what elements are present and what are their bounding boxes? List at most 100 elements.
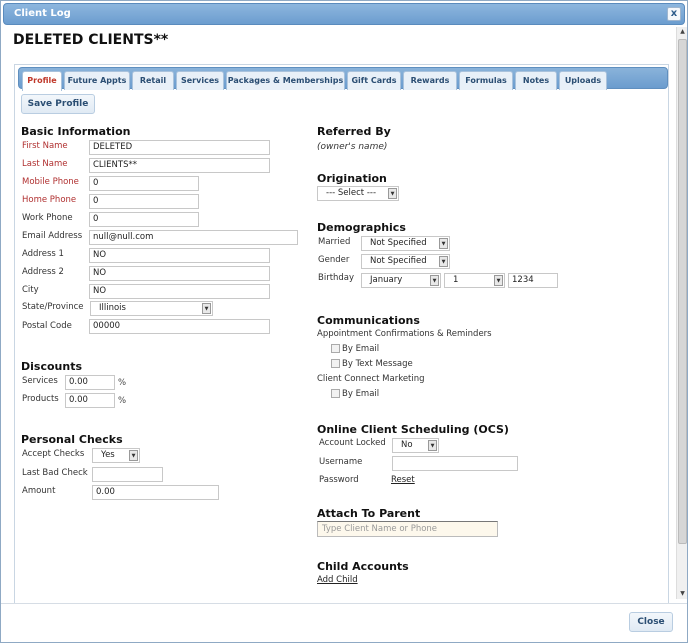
demographics-heading: Demographics xyxy=(317,221,406,234)
birthday-month-value: January xyxy=(370,275,403,285)
last-bad-check-label: Last Bad Check xyxy=(22,468,88,478)
scrollbar[interactable]: ▲ ▼ xyxy=(676,27,687,599)
first-name-input[interactable]: DELETED xyxy=(89,140,270,155)
tab-notes[interactable]: Notes xyxy=(515,71,557,90)
title-bar[interactable]: Client Log x xyxy=(3,3,685,25)
appt-text-checkbox[interactable] xyxy=(331,359,340,368)
address1-input[interactable]: NO xyxy=(89,248,270,263)
chevron-down-icon[interactable]: ▼ xyxy=(439,238,448,249)
basic-info-heading: Basic Information xyxy=(21,125,131,138)
tab-rewards[interactable]: Rewards xyxy=(403,71,457,90)
username-label: Username xyxy=(319,457,363,467)
home-phone-input[interactable]: 0 xyxy=(89,194,199,209)
home-phone-label: Home Phone xyxy=(22,195,77,205)
mobile-phone-label: Mobile Phone xyxy=(22,177,79,187)
origination-heading: Origination xyxy=(317,172,387,185)
birthday-year-input[interactable]: 1234 xyxy=(508,273,558,288)
chevron-down-icon[interactable]: ▼ xyxy=(202,303,211,314)
birthday-day-select[interactable]: 1 ▼ xyxy=(444,273,505,288)
origination-select[interactable]: --- Select --- ▼ xyxy=(317,186,399,201)
close-icon[interactable]: x xyxy=(667,7,681,21)
appt-text-label: By Text Message xyxy=(342,359,413,369)
password-label: Password xyxy=(319,475,359,485)
city-label: City xyxy=(22,285,39,295)
email-input[interactable]: null@null.com xyxy=(89,230,298,245)
appt-confirmations-label: Appointment Confirmations & Reminders xyxy=(317,329,492,339)
amount-label: Amount xyxy=(22,486,56,496)
chevron-down-icon[interactable]: ▼ xyxy=(430,275,439,286)
accept-checks-value: Yes xyxy=(101,450,115,460)
products-discount-input[interactable]: 0.00 xyxy=(65,393,115,408)
state-label: State/Province xyxy=(22,302,84,312)
tab-formulas[interactable]: Formulas xyxy=(459,71,513,90)
tab-services[interactable]: Services xyxy=(176,71,224,90)
tab-packages-memberships[interactable]: Packages & Memberships xyxy=(226,71,345,90)
tab-strip: Profile Future Appts Retail Services Pac… xyxy=(18,67,668,91)
appt-email-checkbox[interactable] xyxy=(331,344,340,353)
chevron-down-icon[interactable]: ▼ xyxy=(428,440,437,451)
city-input[interactable]: NO xyxy=(89,284,270,299)
address2-input[interactable]: NO xyxy=(89,266,270,281)
appt-email-label: By Email xyxy=(342,344,380,354)
username-input[interactable] xyxy=(392,456,518,471)
client-log-dialog: Client Log x DELETED CLIENTS** ▲ ▼ Profi… xyxy=(0,0,688,643)
chevron-down-icon[interactable]: ▼ xyxy=(129,450,138,461)
work-phone-input[interactable]: 0 xyxy=(89,212,199,227)
last-name-input[interactable]: CLIENTS** xyxy=(89,158,270,173)
save-profile-button[interactable]: Save Profile xyxy=(21,94,95,114)
postal-input[interactable]: 00000 xyxy=(89,319,270,334)
reset-password-link[interactable]: Reset xyxy=(391,475,415,485)
state-value: Illinois xyxy=(99,303,126,313)
work-phone-label: Work Phone xyxy=(22,213,73,223)
services-discount-input[interactable]: 0.00 xyxy=(65,375,115,390)
services-percent: % xyxy=(118,378,127,388)
tab-uploads[interactable]: Uploads xyxy=(559,71,607,90)
marketing-email-checkbox[interactable] xyxy=(331,389,340,398)
add-child-link[interactable]: Add Child xyxy=(317,575,358,585)
first-name-label: First Name xyxy=(22,141,68,151)
window-title: Client Log xyxy=(14,8,71,19)
account-locked-value: No xyxy=(401,440,413,450)
client-name-heading: DELETED CLIENTS** xyxy=(13,32,169,48)
accept-checks-select[interactable]: Yes ▼ xyxy=(92,448,140,463)
parent-search-input[interactable]: Type Client Name or Phone xyxy=(317,521,498,537)
services-discount-label: Services xyxy=(22,376,58,386)
scroll-thumb[interactable] xyxy=(678,39,687,544)
close-button[interactable]: Close xyxy=(629,612,673,632)
accept-checks-label: Accept Checks xyxy=(22,449,85,459)
personal-checks-heading: Personal Checks xyxy=(21,433,123,446)
state-select[interactable]: Illinois ▼ xyxy=(90,301,213,316)
amount-input[interactable]: 0.00 xyxy=(92,485,219,500)
chevron-down-icon[interactable]: ▼ xyxy=(439,256,448,267)
mobile-phone-input[interactable]: 0 xyxy=(89,176,199,191)
referred-by-value: (owner's name) xyxy=(317,142,388,152)
scroll-up-icon[interactable]: ▲ xyxy=(677,27,688,37)
attach-parent-heading: Attach To Parent xyxy=(317,507,421,520)
products-discount-label: Products xyxy=(22,394,59,404)
marketing-email-label: By Email xyxy=(342,389,380,399)
referred-by-heading: Referred By xyxy=(317,125,391,138)
tab-retail[interactable]: Retail xyxy=(132,71,174,90)
tab-gift-cards[interactable]: Gift Cards xyxy=(347,71,401,90)
gender-select[interactable]: Not Specified ▼ xyxy=(361,254,450,269)
account-locked-select[interactable]: No ▼ xyxy=(392,438,439,453)
address2-label: Address 2 xyxy=(22,267,64,277)
birthday-label: Birthday xyxy=(318,273,355,283)
birthday-month-select[interactable]: January ▼ xyxy=(361,273,441,288)
married-select[interactable]: Not Specified ▼ xyxy=(361,236,450,251)
chevron-down-icon[interactable]: ▼ xyxy=(388,188,397,199)
origination-value: --- Select --- xyxy=(326,188,377,198)
account-locked-label: Account Locked xyxy=(319,438,386,448)
chevron-down-icon[interactable]: ▼ xyxy=(494,275,503,286)
scroll-down-icon[interactable]: ▼ xyxy=(677,589,688,599)
discounts-heading: Discounts xyxy=(21,360,82,373)
last-bad-check-input[interactable] xyxy=(92,467,163,482)
ocs-heading: Online Client Scheduling (OCS) xyxy=(317,423,509,436)
marketing-label: Client Connect Marketing xyxy=(317,374,425,384)
child-accounts-heading: Child Accounts xyxy=(317,560,409,573)
tab-future-appts[interactable]: Future Appts xyxy=(64,71,130,90)
gender-label: Gender xyxy=(318,255,350,265)
birthday-day-value: 1 xyxy=(453,275,459,285)
married-label: Married xyxy=(318,237,351,247)
tab-profile[interactable]: Profile xyxy=(22,71,62,91)
